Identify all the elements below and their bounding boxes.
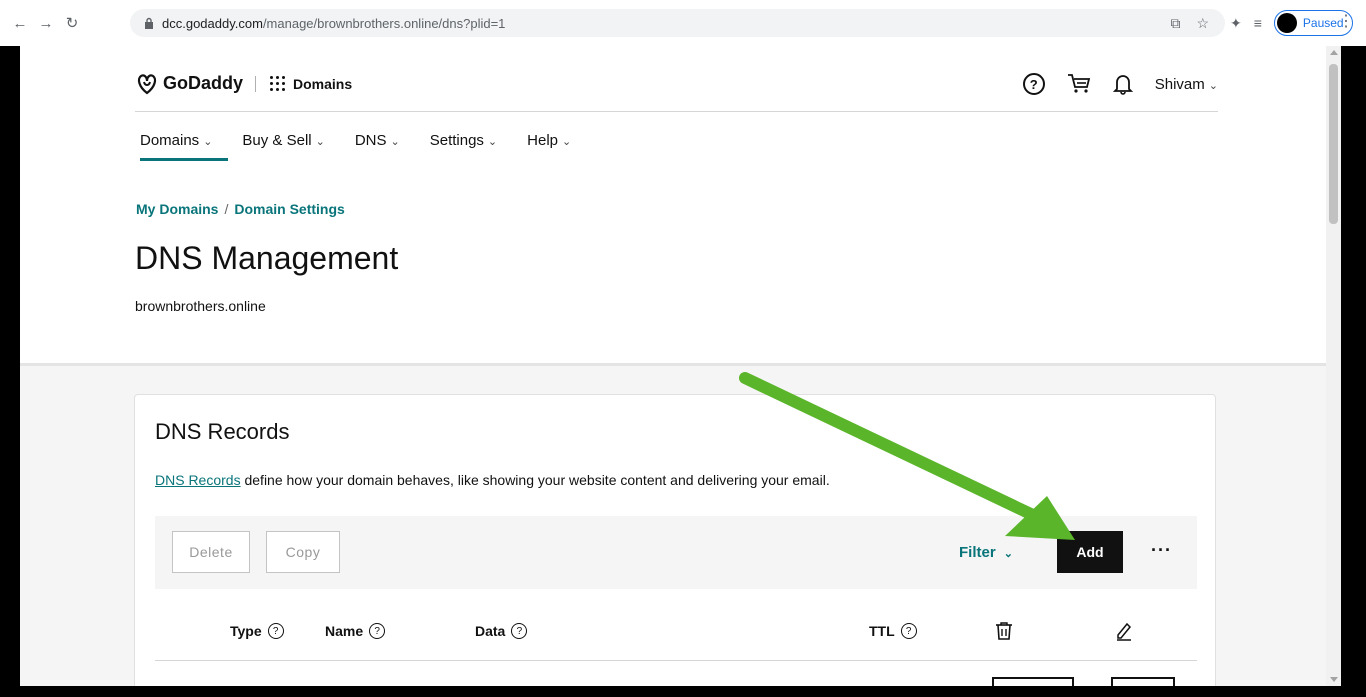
page-scrollbar[interactable] [1326, 46, 1341, 686]
scroll-up-icon[interactable] [1330, 50, 1338, 55]
products-menu[interactable]: Domains [270, 76, 352, 92]
dns-records-description: DNS Records define how your domain behav… [155, 472, 830, 488]
chevron-down-icon: ⌄ [315, 136, 325, 148]
edit-pencil-icon[interactable] [1115, 621, 1133, 641]
url-path: /manage/brownbrothers.online/dns?plid=1 [262, 15, 506, 31]
domain-name: brownbrothers.online [135, 298, 266, 314]
user-name: Shivam [1154, 75, 1205, 93]
browser-menu-icon[interactable]: ⋮ [1338, 14, 1354, 30]
site-header: GoDaddy Domains ? Shivam ⌄ [135, 56, 1218, 112]
forward-icon[interactable]: → [34, 11, 58, 35]
help-icon[interactable]: ? [369, 623, 386, 639]
extensions-puzzle-icon[interactable]: ✦ [1230, 15, 1242, 32]
nav-help[interactable]: Help ⌄ [527, 132, 571, 161]
bookmark-star-icon[interactable]: ☆ [1196, 15, 1209, 32]
breadcrumb: My Domains / Domain Settings [136, 201, 345, 217]
nav-buy-sell[interactable]: Buy & Sell ⌄ [242, 132, 324, 161]
nav-settings[interactable]: Settings ⌄ [430, 132, 497, 161]
nav-dns[interactable]: DNS ⌄ [355, 132, 400, 161]
product-label: Domains [293, 75, 353, 92]
column-data[interactable]: Data? [475, 623, 528, 639]
delete-button[interactable]: Delete [172, 531, 250, 573]
breadcrumb-my-domains[interactable]: My Domains [136, 201, 218, 217]
chevron-down-icon: ⌄ [203, 136, 213, 148]
more-options-icon[interactable]: ··· [1151, 540, 1172, 561]
chevron-down-icon: ⌄ [1208, 79, 1218, 92]
header-divider [255, 75, 257, 92]
reload-icon[interactable]: ↻ [60, 11, 84, 35]
apps-grid-icon [270, 76, 286, 91]
help-icon[interactable]: ? [900, 623, 917, 639]
logo-text: GoDaddy [163, 73, 244, 93]
avatar [1276, 13, 1297, 33]
filter-dropdown[interactable]: Filter ⌄ [959, 544, 1013, 561]
chevron-down-icon: ⌄ [1003, 548, 1013, 560]
user-menu[interactable]: Shivam ⌄ [1155, 76, 1218, 93]
row-action-box[interactable] [1111, 677, 1175, 686]
help-icon[interactable]: ? [1022, 73, 1045, 95]
records-table-header: Type? Name? Data? TTL? [155, 605, 1197, 661]
trash-icon[interactable] [995, 621, 1013, 641]
dns-records-title: DNS Records [155, 419, 290, 444]
notifications-bell-icon[interactable] [1112, 73, 1133, 95]
chevron-down-icon: ⌄ [390, 136, 400, 148]
share-icon[interactable]: ⧉ [1170, 15, 1180, 32]
browser-nav: ← → ↻ [8, 11, 84, 35]
reading-list-icon[interactable]: ≡ [1254, 15, 1262, 31]
add-button[interactable]: Add [1057, 531, 1123, 573]
column-type[interactable]: Type? [230, 623, 284, 639]
column-ttl[interactable]: TTL? [869, 623, 917, 639]
cart-icon[interactable] [1067, 73, 1091, 95]
back-icon[interactable]: ← [8, 11, 32, 35]
godaddy-logo[interactable]: GoDaddy [135, 73, 243, 95]
chevron-down-icon: ⌄ [487, 136, 498, 148]
browser-toolbar: ← → ↻ dcc.godaddy.com/manage/brownbrothe… [0, 0, 1366, 46]
help-icon[interactable]: ? [511, 623, 528, 639]
godaddy-logo-icon [137, 73, 157, 94]
url-host: dcc.godaddy.com [162, 15, 263, 31]
chevron-down-icon: ⌄ [562, 136, 572, 148]
nav-domains[interactable]: Domains ⌄ [140, 132, 229, 161]
scrollbar-thumb[interactable] [1329, 64, 1338, 224]
records-toolbar: Delete Copy Filter ⌄ Add ··· [155, 516, 1197, 589]
main-nav: Domains ⌄ Buy & Sell ⌄ DNS ⌄ Settings ⌄ Help… [140, 132, 571, 161]
row-action-box[interactable] [992, 677, 1074, 686]
lock-icon [145, 17, 153, 29]
help-icon[interactable]: ? [267, 623, 284, 639]
dns-records-link[interactable]: DNS Records [155, 472, 241, 488]
breadcrumb-domain-settings[interactable]: Domain Settings [234, 201, 344, 217]
copy-button[interactable]: Copy [266, 531, 340, 573]
column-name[interactable]: Name? [325, 623, 386, 639]
dns-records-card: DNS Records DNS Records define how your … [134, 394, 1216, 686]
page-viewport: GoDaddy Domains ? Shivam ⌄ Domains ⌄ Buy… [20, 46, 1326, 686]
page-title: DNS Management [135, 240, 399, 276]
address-bar[interactable]: dcc.godaddy.com/manage/brownbrothers.onl… [130, 9, 1225, 37]
scroll-down-icon[interactable] [1330, 677, 1338, 682]
